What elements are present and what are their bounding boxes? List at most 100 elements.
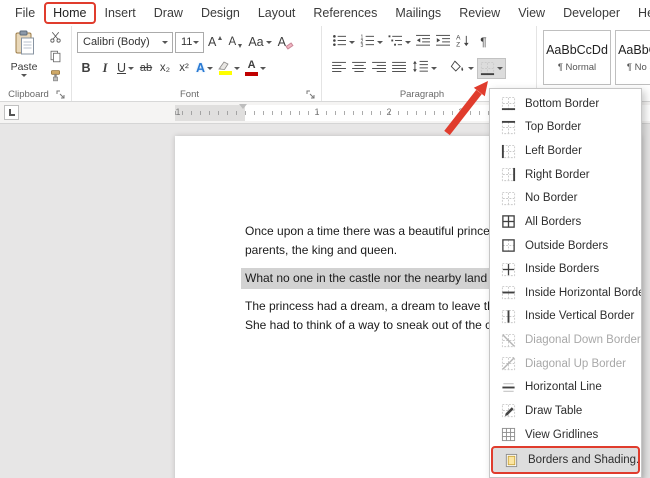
- menu-item-label: Inside Horizontal Border: [525, 287, 641, 299]
- tab-stop-selector[interactable]: [4, 105, 19, 120]
- show-hide-marks-button[interactable]: ¶: [474, 32, 493, 53]
- strikethrough-glyph: ab: [140, 62, 152, 74]
- increase-indent-button[interactable]: [434, 32, 453, 53]
- diagonal-up-border-icon: [500, 356, 516, 372]
- line-spacing-button[interactable]: [410, 58, 439, 79]
- style-sample: AaBbCcDd: [546, 43, 608, 57]
- format-painter-button[interactable]: [45, 70, 65, 86]
- numbering-button[interactable]: 123: [358, 32, 385, 53]
- menu-item-right-border[interactable]: Right Border: [490, 163, 641, 187]
- inside-horizontal-border-icon: [500, 285, 516, 301]
- text-highlight-button[interactable]: [216, 58, 242, 79]
- font-dialog-launcher[interactable]: [306, 87, 317, 98]
- copy-button[interactable]: [45, 51, 65, 67]
- align-right-button[interactable]: [370, 58, 389, 79]
- tab-references[interactable]: References: [304, 2, 386, 24]
- menu-item-label: Bottom Border: [525, 98, 599, 110]
- style-card-no-spacing[interactable]: AaBbCcDd ¶ No Spac: [615, 30, 650, 85]
- menu-item-label: View Gridlines: [525, 429, 598, 441]
- tab-view[interactable]: View: [509, 2, 554, 24]
- menu-item-inside-horizontal-border[interactable]: Inside Horizontal Border: [490, 281, 641, 305]
- align-left-button[interactable]: [330, 58, 349, 79]
- line-spacing-icon: [412, 60, 429, 76]
- clear-formatting-button[interactable]: A: [276, 32, 295, 53]
- menu-item-all-borders[interactable]: All Borders: [490, 210, 641, 234]
- menu-item-top-border[interactable]: Top Border: [490, 116, 641, 140]
- tab-home[interactable]: Home: [44, 2, 95, 24]
- font-color-button[interactable]: A: [243, 58, 268, 79]
- superscript-glyph: x²: [179, 62, 189, 74]
- font-size-combo[interactable]: 11: [175, 32, 204, 53]
- menu-item-outside-borders[interactable]: Outside Borders: [490, 234, 641, 258]
- shrink-font-glyph: A: [229, 36, 237, 48]
- menu-item-borders-and-shading[interactable]: Borders and Shading...: [491, 446, 640, 474]
- tab-mailings[interactable]: Mailings: [386, 2, 450, 24]
- svg-text:3: 3: [361, 43, 364, 47]
- word-window: File Home Insert Draw Design Layout Refe…: [0, 0, 650, 478]
- menu-item-horizontal-line[interactable]: Horizontal Line: [490, 376, 641, 400]
- menu-item-draw-table[interactable]: Draw Table: [490, 399, 641, 423]
- pilcrow-glyph: ¶: [480, 35, 486, 49]
- tab-help[interactable]: Help: [629, 2, 650, 24]
- tab-developer[interactable]: Developer: [554, 2, 629, 24]
- outside-borders-icon: [500, 238, 516, 254]
- superscript-button[interactable]: x²: [175, 58, 193, 79]
- diagonal-down-border-icon: [500, 332, 516, 348]
- subscript-button[interactable]: x₂: [156, 58, 174, 79]
- grow-font-button[interactable]: A: [206, 32, 224, 53]
- tab-layout[interactable]: Layout: [249, 2, 305, 24]
- tab-review[interactable]: Review: [450, 2, 509, 24]
- text-effects-button[interactable]: A: [194, 58, 215, 79]
- subscript-glyph: x₂: [160, 62, 170, 74]
- numbering-icon: 123: [360, 34, 375, 50]
- tab-file[interactable]: File: [6, 2, 44, 24]
- bold-button[interactable]: B: [77, 58, 95, 79]
- clipboard-small-buttons: [45, 32, 65, 86]
- shrink-font-button[interactable]: A: [226, 32, 244, 53]
- menu-item-left-border[interactable]: Left Border: [490, 139, 641, 163]
- menu-item-no-border[interactable]: No Border: [490, 187, 641, 211]
- borders-button[interactable]: [477, 58, 506, 79]
- draw-table-icon: [500, 403, 516, 419]
- grow-font-glyph: A: [208, 35, 216, 49]
- borders-dropdown-menu: Bottom Border Top Border Left Border Rig…: [489, 88, 642, 478]
- font-name-value: Calibri (Body): [83, 36, 150, 48]
- svg-text:Z: Z: [456, 42, 460, 47]
- increase-indent-icon: [436, 34, 451, 50]
- shading-button[interactable]: [448, 58, 476, 79]
- tab-draw[interactable]: Draw: [145, 2, 192, 24]
- strikethrough-button[interactable]: ab: [137, 58, 155, 79]
- sort-button[interactable]: AZ: [454, 32, 473, 53]
- menu-item-bottom-border[interactable]: Bottom Border: [490, 92, 641, 116]
- borders-caret: [497, 67, 503, 70]
- bullets-button[interactable]: [330, 32, 357, 53]
- font-name-combo[interactable]: Calibri (Body): [77, 32, 173, 53]
- align-center-button[interactable]: [350, 58, 369, 79]
- clipboard-group-label: Clipboard: [0, 89, 57, 100]
- tab-insert[interactable]: Insert: [96, 2, 145, 24]
- decrease-indent-button[interactable]: [414, 32, 433, 53]
- paste-button[interactable]: Paste: [6, 30, 42, 86]
- clipboard-dialog-launcher[interactable]: [56, 87, 67, 98]
- menu-item-inside-borders[interactable]: Inside Borders: [490, 257, 641, 281]
- style-card-normal[interactable]: AaBbCcDd ¶ Normal: [543, 30, 611, 85]
- ruler-number: 2: [386, 107, 391, 117]
- menu-item-inside-vertical-border[interactable]: Inside Vertical Border: [490, 305, 641, 329]
- multilevel-list-button[interactable]: [386, 32, 413, 53]
- shading-caret: [468, 67, 474, 70]
- menu-item-view-gridlines[interactable]: View Gridlines: [490, 423, 641, 447]
- change-case-button[interactable]: Aa: [246, 32, 273, 53]
- menu-item-label: Draw Table: [525, 405, 582, 417]
- tab-design[interactable]: Design: [192, 2, 249, 24]
- paste-icon: [13, 30, 35, 60]
- justify-button[interactable]: [390, 58, 409, 79]
- bottom-border-icon: [500, 96, 516, 112]
- paste-label: Paste: [11, 61, 38, 73]
- indent-marker[interactable]: [239, 104, 247, 113]
- italic-button[interactable]: I: [96, 58, 114, 79]
- left-border-icon: [500, 143, 516, 159]
- cut-button[interactable]: [45, 32, 65, 48]
- bold-glyph: B: [81, 61, 90, 75]
- underline-button[interactable]: U: [115, 58, 136, 79]
- menu-item-label: Right Border: [525, 169, 590, 181]
